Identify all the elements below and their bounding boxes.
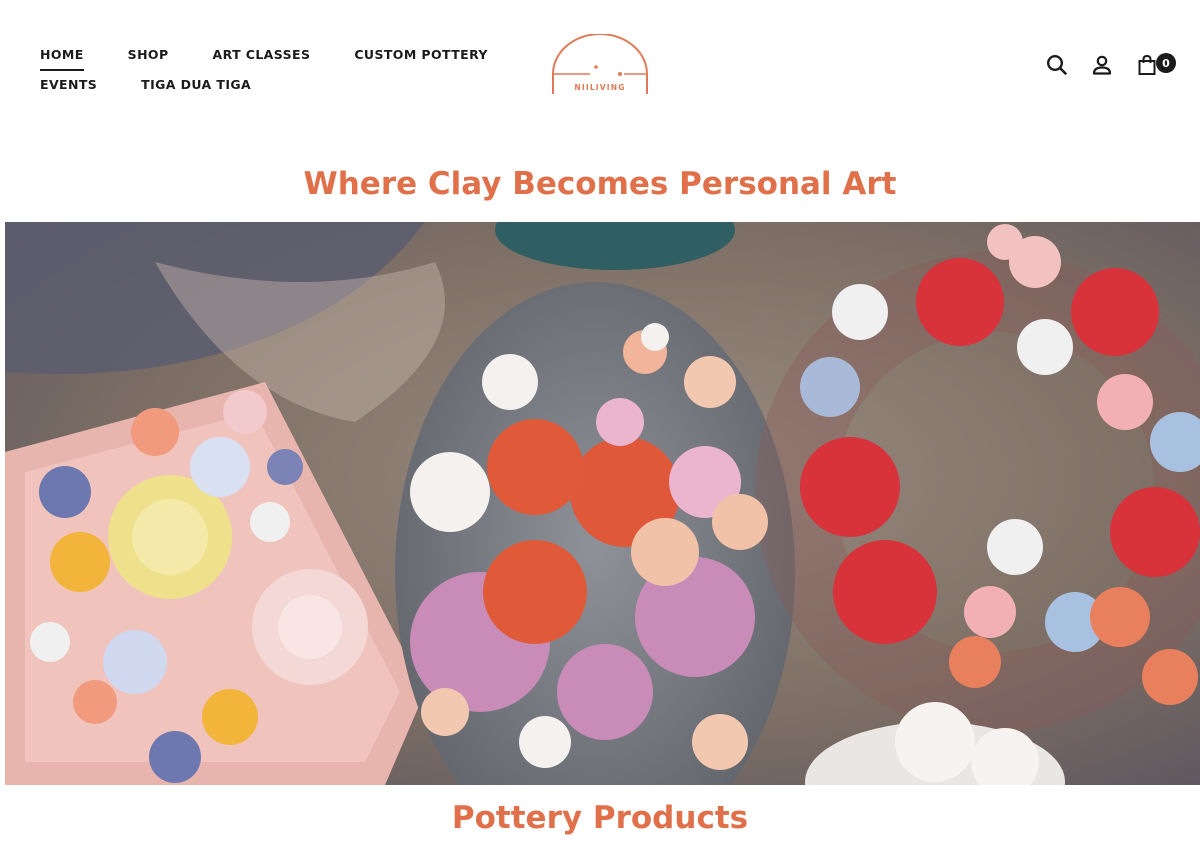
cart-icon[interactable]: 0 — [1134, 52, 1176, 78]
nav-art-classes[interactable]: ART CLASSES — [213, 45, 311, 65]
site-logo[interactable]: NIILIVING — [548, 33, 652, 96]
logo-text: NIILIVING — [574, 83, 626, 92]
nav-events[interactable]: EVENTS — [40, 75, 97, 95]
hero-illustration — [5, 222, 1200, 785]
nav-row-2: EVENTS TIGA DUA TIGA — [40, 70, 500, 100]
section-title-pottery-products: Pottery Products — [451, 800, 749, 836]
cart-count-badge: 0 — [1156, 53, 1176, 73]
hero-image — [5, 222, 1200, 785]
hero-title: Where Clay Becomes Personal Art — [303, 166, 897, 202]
search-icon[interactable] — [1044, 52, 1070, 78]
site-header: HOME SHOP ART CLASSES CUSTOM POTTERY EVE… — [0, 0, 1200, 130]
nav-tiga-dua-tiga[interactable]: TIGA DUA TIGA — [141, 75, 251, 95]
account-icon[interactable] — [1089, 52, 1115, 78]
main-navigation: HOME SHOP ART CLASSES CUSTOM POTTERY EVE… — [40, 40, 500, 100]
nav-row-1: HOME SHOP ART CLASSES CUSTOM POTTERY — [40, 40, 500, 71]
nav-shop[interactable]: SHOP — [128, 45, 169, 65]
nav-custom-pottery[interactable]: CUSTOM POTTERY — [354, 45, 488, 65]
nav-home[interactable]: HOME — [40, 45, 84, 71]
header-icons: 0 — [1025, 52, 1176, 78]
